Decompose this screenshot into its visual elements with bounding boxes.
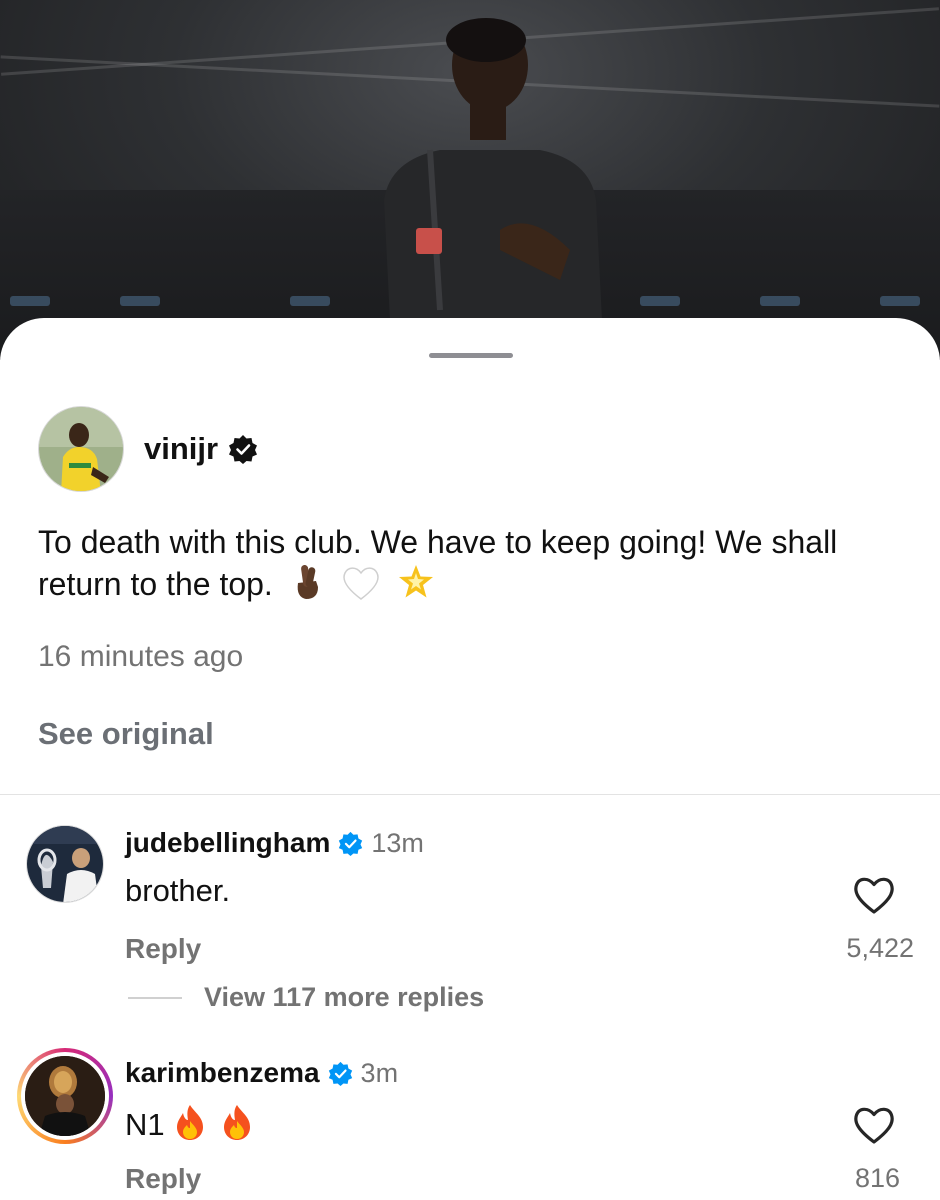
commenter-avatar[interactable]: [26, 825, 104, 903]
fire-emoji-icon: [173, 1103, 207, 1149]
verified-badge-icon: [338, 831, 363, 856]
glowing-star-emoji-icon: [397, 563, 435, 611]
see-original-link[interactable]: See original: [38, 716, 214, 752]
commenter-avatar[interactable]: [21, 1052, 109, 1140]
comment-time: 13m: [371, 827, 424, 858]
reply-button[interactable]: Reply: [125, 933, 201, 965]
comment-text-body: N1: [125, 1107, 165, 1142]
commenter-username[interactable]: karimbenzema: [125, 1057, 320, 1089]
comment-text: brother.: [125, 873, 231, 908]
comment-header: judebellingham 13m: [125, 827, 424, 859]
comment-text: N1: [125, 1103, 254, 1149]
commenter-avatar-story-ring[interactable]: [17, 1048, 113, 1144]
commenter-username[interactable]: judebellingham: [125, 827, 330, 859]
post-author-row[interactable]: vinijr: [38, 406, 258, 492]
view-more-replies-label[interactable]: View 117 more replies: [204, 982, 484, 1013]
author-username[interactable]: vinijr: [144, 431, 218, 467]
white-heart-emoji-icon: [341, 565, 381, 611]
caption-text: To death with this club. We have to keep…: [38, 524, 838, 602]
reply-button[interactable]: Reply: [125, 1163, 201, 1195]
like-count: 5,422: [846, 933, 914, 963]
section-divider: [0, 794, 940, 795]
replies-divider-line: [128, 996, 182, 999]
comment-time: 3m: [360, 1057, 399, 1088]
view-more-replies-button[interactable]: View 117 more replies: [128, 982, 484, 1013]
post-photo-background: [0, 0, 940, 360]
post-caption: To death with this club. We have to keep…: [38, 522, 898, 611]
comment-item: karimbenzema 3m N1 Reply 816: [0, 1048, 940, 1200]
crossed-fingers-emoji-icon: [290, 563, 324, 611]
comment-header: karimbenzema 3m: [125, 1057, 398, 1089]
sheet-drag-handle[interactable]: [429, 353, 513, 358]
fire-emoji-icon: [220, 1103, 254, 1149]
like-heart-outline-icon[interactable]: [852, 875, 896, 915]
verified-badge-icon: [228, 434, 258, 464]
post-timestamp: 16 minutes ago: [38, 640, 244, 673]
player-photo: [384, 18, 602, 320]
post-detail-sheet: vinijr To death with this club. We have …: [0, 318, 940, 1200]
comment-item: judebellingham 13m brother. Reply 5,422: [0, 825, 940, 995]
like-heart-outline-icon[interactable]: [852, 1105, 896, 1145]
author-avatar[interactable]: [38, 406, 124, 492]
like-count: 816: [854, 1163, 900, 1193]
verified-badge-icon: [328, 1061, 353, 1086]
